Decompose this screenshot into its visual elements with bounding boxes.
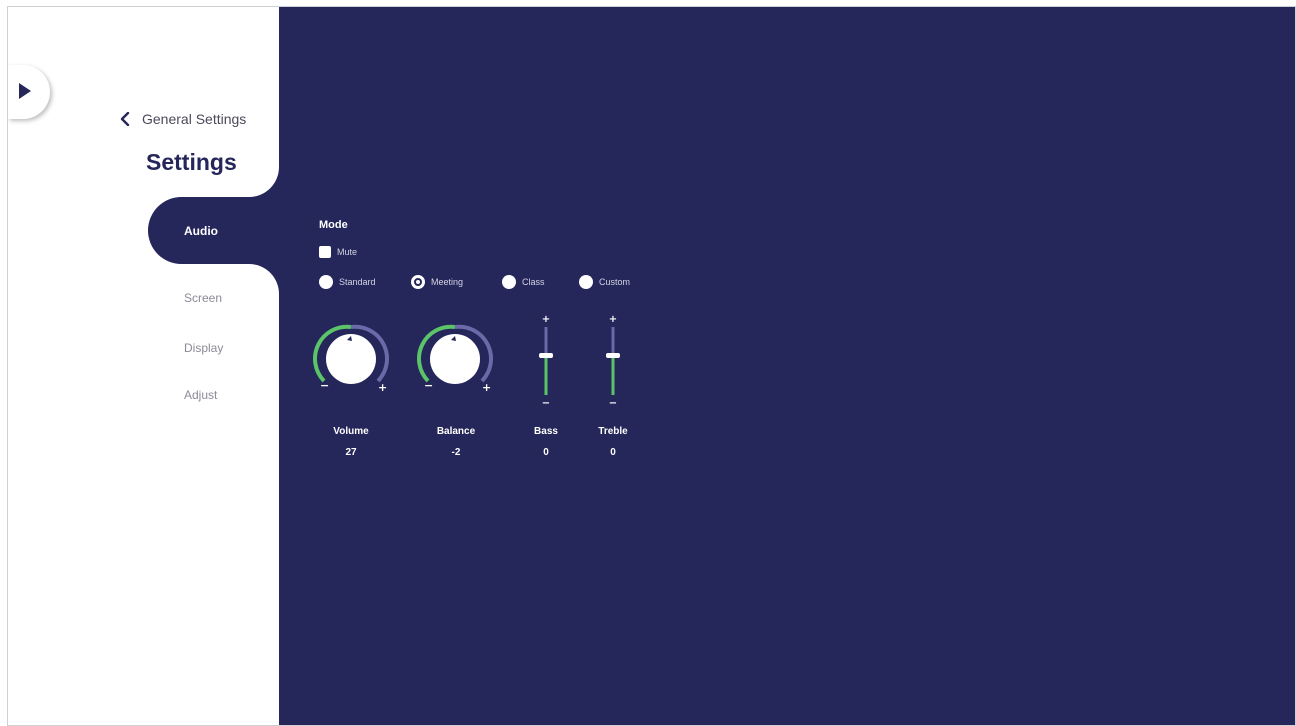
nav-item-label: Adjust (184, 388, 218, 402)
radio-button[interactable] (319, 275, 333, 289)
mode-radio-standard[interactable]: Standard (319, 275, 376, 289)
page-title: Settings (146, 149, 237, 175)
bass-plus[interactable]: + (542, 314, 550, 325)
volume-label: Volume (333, 426, 369, 437)
nav-item-audio[interactable]: Audio (148, 197, 279, 264)
radio-label: Standard (339, 277, 376, 287)
radio-label: Custom (599, 277, 631, 287)
sidebar: General Settings Settings Audio Screen D… (8, 7, 279, 725)
radio-label: Meeting (431, 277, 464, 287)
checkbox-box[interactable] (319, 246, 331, 258)
nav-item-label: Screen (184, 291, 223, 305)
treble-slider[interactable]: + − (601, 313, 625, 407)
treble-label: Treble (598, 426, 628, 437)
treble-minus[interactable]: − (609, 398, 617, 407)
radio-button[interactable] (502, 275, 516, 289)
volume-value: 27 (345, 447, 357, 458)
nav-item-adjust[interactable]: Adjust (148, 383, 279, 407)
mode-radio-meeting[interactable]: Meeting (411, 275, 463, 289)
radio-label: Class (522, 277, 545, 287)
balance-minus[interactable]: − (424, 379, 433, 392)
expand-sidebar-button[interactable] (8, 65, 50, 119)
volume-minus[interactable]: − (320, 379, 329, 392)
play-icon (19, 83, 31, 99)
treble-value: 0 (610, 447, 616, 458)
nav-item-screen[interactable]: Screen (148, 286, 279, 310)
treble-plus[interactable]: + (609, 314, 617, 325)
volume-plus[interactable]: + (378, 381, 387, 394)
mute-label: Mute (337, 247, 358, 257)
balance-label: Balance (436, 426, 476, 437)
mode-radio-custom[interactable]: Custom (579, 275, 630, 289)
radio-button[interactable] (579, 275, 593, 289)
bass-slider[interactable]: + − (534, 313, 558, 407)
mode-radio-class[interactable]: Class (502, 275, 545, 289)
nav-item-label: Display (184, 341, 224, 355)
nav-item-label: Audio (184, 223, 218, 238)
radio-button-selected[interactable] (411, 275, 425, 289)
balance-knob[interactable]: − + (415, 319, 495, 399)
back-button[interactable]: General Settings (120, 108, 246, 130)
tab-corner-top (249, 167, 279, 197)
window: General Settings Settings Audio Screen D… (7, 6, 1296, 726)
mode-heading: Mode (319, 219, 348, 231)
volume-knob[interactable]: − + (311, 319, 391, 399)
chevron-left-icon (120, 112, 130, 126)
bass-label: Bass (534, 426, 558, 437)
mute-checkbox[interactable]: Mute (319, 246, 357, 258)
bass-value: 0 (543, 447, 549, 458)
nav-item-display[interactable]: Display (148, 336, 279, 360)
balance-value: -2 (451, 447, 461, 458)
back-label: General Settings (142, 111, 247, 127)
balance-plus[interactable]: + (482, 381, 491, 394)
bass-minus[interactable]: − (542, 398, 550, 407)
